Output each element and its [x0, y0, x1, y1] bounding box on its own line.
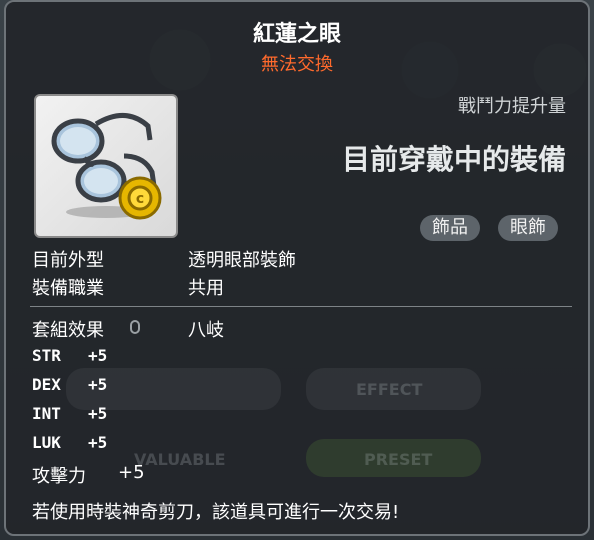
stat-luk-value: +5	[88, 433, 108, 452]
attack-label: 攻擊力	[32, 466, 86, 487]
attack-value: +5	[118, 462, 145, 483]
glasses-item-icon: c	[51, 113, 162, 220]
job-value: 共用	[188, 278, 224, 299]
item-icon-frame: c	[34, 94, 178, 238]
svg-text:c: c	[136, 191, 144, 207]
item-tooltip: EFFECT VALUABLE PRESET 紅蓮之眼 無法交換 c 戰鬥力提升…	[4, 0, 590, 536]
appearance-value: 透明眼部裝飾	[188, 250, 296, 271]
stat-str-value: +5	[88, 346, 108, 365]
category-tag-accessory: 飾品	[420, 215, 480, 241]
stat-str-name: STR	[32, 346, 61, 365]
stat-int-value: +5	[88, 404, 108, 423]
job-label: 裝備職業	[32, 278, 104, 299]
power-increase-label: 戰鬥力提升量	[458, 96, 566, 117]
item-name: 紅蓮之眼	[252, 22, 341, 47]
stat-luk-name: LUK	[32, 433, 61, 452]
section-divider	[30, 306, 572, 307]
set-effect-value: 八岐	[188, 320, 224, 341]
background-effect-label: EFFECT	[356, 380, 423, 399]
trade-status: 無法交換	[261, 54, 333, 75]
stat-int-name: INT	[32, 404, 61, 423]
category-tag-eye: 眼飾	[498, 215, 558, 241]
scissors-trade-note: 若使用時裝神奇剪刀，該道具可進行一次交易!	[32, 502, 400, 523]
lock-icon	[130, 320, 140, 334]
stat-dex-name: DEX	[32, 375, 61, 394]
currently-equipped-label: 目前穿戴中的裝備	[341, 143, 566, 176]
stat-dex-value: +5	[88, 375, 108, 394]
set-effect-label: 套組效果	[32, 320, 104, 341]
appearance-label: 目前外型	[32, 250, 104, 271]
background-preset-label: PRESET	[364, 450, 433, 469]
background-valuable-label: VALUABLE	[134, 450, 226, 469]
